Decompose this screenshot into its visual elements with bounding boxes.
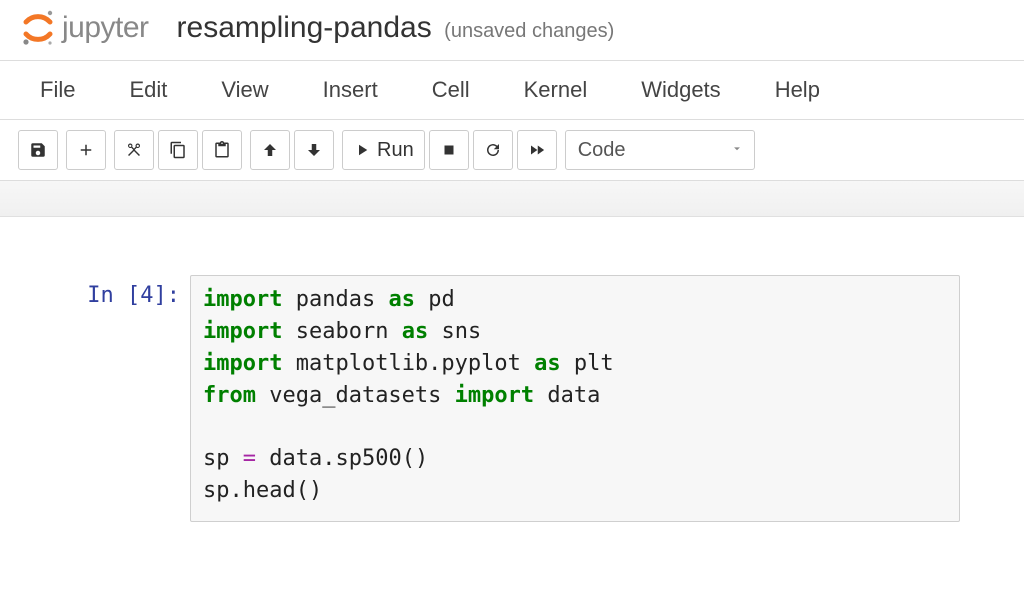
arrow-up-icon — [261, 141, 279, 159]
menu-help[interactable]: Help — [775, 77, 820, 103]
restart-icon — [484, 141, 502, 159]
plus-icon — [77, 141, 95, 159]
add-cell-button[interactable] — [66, 130, 106, 170]
code-input-area[interactable]: import pandas as pd import seaborn as sn… — [190, 275, 960, 522]
copy-button[interactable] — [158, 130, 198, 170]
toolbar-shadow-strip — [0, 181, 1024, 217]
restart-run-all-button[interactable] — [517, 130, 557, 170]
play-icon — [353, 141, 371, 159]
chevron-down-icon — [730, 139, 744, 162]
save-status: (unsaved changes) — [444, 20, 614, 42]
copy-icon — [169, 141, 187, 159]
notebook-title[interactable]: resampling-pandas — [177, 11, 432, 44]
menu-view[interactable]: View — [221, 77, 268, 103]
cell-type-select[interactable]: Code — [565, 130, 755, 170]
fast-forward-icon — [528, 141, 546, 159]
menu-widgets[interactable]: Widgets — [641, 77, 720, 103]
jupyter-logo: jupyter — [20, 10, 149, 46]
jupyter-planet-icon — [20, 10, 56, 46]
notebook-title-wrap[interactable]: resampling-pandas (unsaved changes) — [177, 11, 615, 45]
stop-icon — [440, 141, 458, 159]
scissors-icon — [125, 141, 143, 159]
notebook-header: jupyter resampling-pandas (unsaved chang… — [0, 0, 1024, 60]
menu-kernel[interactable]: Kernel — [524, 77, 588, 103]
menu-edit[interactable]: Edit — [129, 77, 167, 103]
paste-button[interactable] — [202, 130, 242, 170]
menu-insert[interactable]: Insert — [323, 77, 378, 103]
notebook-area: In [4]: import pandas as pd import seabo… — [0, 217, 1024, 552]
code-cell[interactable]: In [4]: import pandas as pd import seabo… — [60, 275, 1014, 522]
input-prompt: In [4]: — [60, 275, 180, 308]
cut-button[interactable] — [114, 130, 154, 170]
move-down-button[interactable] — [294, 130, 334, 170]
restart-button[interactable] — [473, 130, 513, 170]
cell-type-value: Code — [578, 139, 626, 162]
menubar: File Edit View Insert Cell Kernel Widget… — [0, 60, 1024, 120]
move-up-button[interactable] — [250, 130, 290, 170]
run-button[interactable]: Run — [342, 130, 425, 170]
menu-cell[interactable]: Cell — [432, 77, 470, 103]
save-icon — [29, 141, 47, 159]
run-label: Run — [377, 139, 414, 162]
jupyter-logo-text: jupyter — [62, 11, 149, 45]
save-button[interactable] — [18, 130, 58, 170]
paste-icon — [213, 141, 231, 159]
toolbar: Run Code — [0, 120, 1024, 181]
interrupt-button[interactable] — [429, 130, 469, 170]
arrow-down-icon — [305, 141, 323, 159]
menu-file[interactable]: File — [40, 77, 75, 103]
